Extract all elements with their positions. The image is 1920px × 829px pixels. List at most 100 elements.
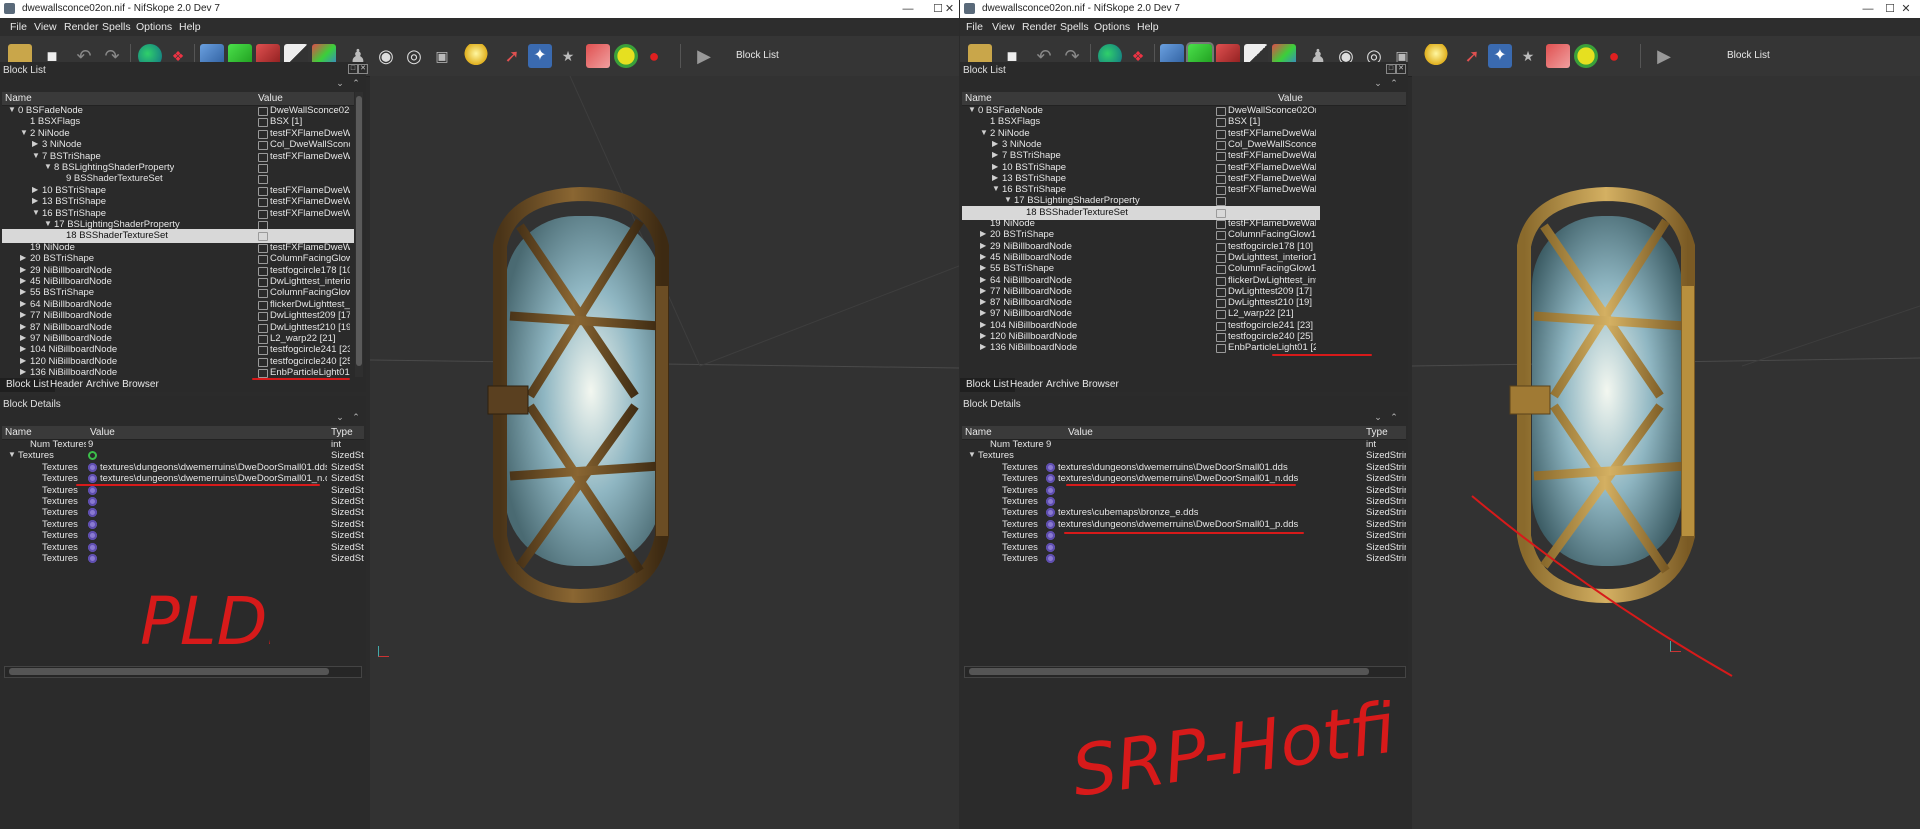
- collapse-arrow-icon[interactable]: ▼: [20, 128, 28, 137]
- expand-arrow-icon[interactable]: ▶: [20, 367, 26, 376]
- close-button[interactable]: ✕: [940, 1, 959, 17]
- texture-file-icon[interactable]: [1046, 554, 1055, 563]
- expand-arrow-icon[interactable]: ▶: [32, 196, 38, 205]
- expand-arrow-icon[interactable]: ▶: [20, 265, 26, 274]
- expand-arrow-icon[interactable]: ▶: [980, 275, 986, 284]
- screenshot-icon[interactable]: ▣: [430, 44, 454, 68]
- expand-arrow-icon[interactable]: ▶: [20, 253, 26, 262]
- expand-arrow-icon[interactable]: ▶: [980, 297, 986, 306]
- expand-arrow-icon[interactable]: ▶: [980, 308, 986, 317]
- row-value[interactable]: textures\cubemaps\bronze_e.dds: [1058, 507, 1198, 518]
- expand-arrow-icon[interactable]: ▶: [980, 252, 986, 261]
- block-details-row[interactable]: Textures SizedStrin: [2, 552, 364, 566]
- expand-arrow-icon[interactable]: ▶: [980, 286, 986, 295]
- expand-arrow-icon[interactable]: ▶: [992, 139, 998, 148]
- texture-file-icon[interactable]: [1046, 519, 1055, 529]
- menu-spells[interactable]: Spells: [1060, 21, 1089, 33]
- tab-archive-browser[interactable]: Archive Browser: [80, 378, 165, 392]
- horizontal-scrollbar[interactable]: [964, 666, 1406, 678]
- menu-options[interactable]: Options: [136, 21, 172, 33]
- minimize-button[interactable]: —: [893, 1, 923, 17]
- scroll-down-icon[interactable]: ⌄: [1372, 78, 1384, 88]
- scrollbar-thumb[interactable]: [356, 96, 362, 366]
- expand-arrow-icon[interactable]: ▶: [980, 263, 986, 272]
- scroll-up-icon[interactable]: ⌃: [350, 78, 362, 88]
- expand-arrow-icon[interactable]: ▶: [980, 320, 986, 329]
- tab-archive-browser[interactable]: Archive Browser: [1040, 378, 1125, 392]
- menu-view[interactable]: View: [992, 21, 1015, 33]
- expand-arrow-icon[interactable]: ▶: [20, 344, 26, 353]
- menu-view[interactable]: View: [34, 21, 57, 33]
- block-list-scrollbar[interactable]: [355, 92, 363, 377]
- texture-file-icon[interactable]: [88, 519, 97, 529]
- column-header-type[interactable]: Type: [1366, 427, 1388, 438]
- row-value[interactable]: textures\dungeons\dwemerruins\DweDoorSma…: [1058, 473, 1298, 484]
- collapse-arrow-icon[interactable]: ▼: [44, 219, 52, 228]
- texture-file-icon[interactable]: [1046, 531, 1055, 541]
- play-animation-icon[interactable]: ▶: [692, 44, 716, 68]
- toolbar-block-list-label[interactable]: Block List: [736, 50, 779, 61]
- block-list-row[interactable]: ▶ 136 NiBillboardNode EnbParticleLight01 […: [962, 341, 1320, 355]
- scrollbar-thumb[interactable]: [969, 668, 1369, 675]
- expand-arrow-icon[interactable]: ▶: [20, 333, 26, 342]
- expand-arrow-icon[interactable]: ▶: [20, 322, 26, 331]
- expand-arrow-icon[interactable]: ▶: [980, 331, 986, 340]
- row-value[interactable]: 9: [1046, 439, 1051, 450]
- menu-help[interactable]: Help: [179, 21, 201, 33]
- undock-icon[interactable]: □: [348, 64, 358, 74]
- row-value[interactable]: 9: [88, 439, 93, 450]
- show-location-icon[interactable]: ●: [1602, 44, 1626, 68]
- menu-render[interactable]: Render: [1022, 21, 1056, 33]
- array-update-icon[interactable]: [88, 451, 97, 461]
- close-button[interactable]: ✕: [1895, 1, 1917, 17]
- collapse-arrow-icon[interactable]: ▼: [1004, 195, 1012, 204]
- texture-file-icon[interactable]: [88, 508, 97, 518]
- show-nodes-icon[interactable]: ✦: [528, 44, 552, 68]
- expand-arrow-icon[interactable]: ▶: [20, 276, 26, 285]
- expand-arrow-icon[interactable]: ▶: [20, 310, 26, 319]
- show-constraints-icon[interactable]: ➚: [1460, 44, 1484, 68]
- show-markers-icon[interactable]: [614, 44, 638, 68]
- menu-help[interactable]: Help: [1137, 21, 1159, 33]
- menu-options[interactable]: Options: [1094, 21, 1130, 33]
- lighting-icon[interactable]: [1424, 44, 1448, 68]
- scroll-up-icon[interactable]: ⌃: [350, 412, 362, 422]
- show-nodes-icon[interactable]: ✦: [1488, 44, 1512, 68]
- row-value[interactable]: textures\dungeons\dwemerruins\DweDoorSma…: [100, 462, 327, 473]
- collapse-arrow-icon[interactable]: ▼: [968, 105, 976, 114]
- collapse-arrow-icon[interactable]: ▼: [992, 184, 1000, 193]
- render-viewport[interactable]: [370, 76, 959, 829]
- show-location-icon[interactable]: ●: [642, 44, 666, 68]
- texture-file-icon[interactable]: [88, 531, 97, 541]
- expand-arrow-icon[interactable]: ▶: [20, 356, 26, 365]
- collapse-arrow-icon[interactable]: ▼: [8, 105, 16, 114]
- texture-file-icon[interactable]: [1046, 462, 1055, 472]
- show-collision-icon[interactable]: [586, 44, 610, 68]
- expand-arrow-icon[interactable]: ▶: [992, 173, 998, 182]
- texture-file-icon[interactable]: [88, 462, 97, 472]
- show-connections-icon[interactable]: ★: [1516, 44, 1540, 68]
- play-animation-icon[interactable]: ▶: [1652, 44, 1676, 68]
- show-hidden-icon[interactable]: ◉: [374, 44, 398, 68]
- expand-arrow-icon[interactable]: ▶: [32, 139, 38, 148]
- expand-arrow-icon[interactable]: ▶: [992, 162, 998, 171]
- texture-file-icon[interactable]: [1046, 508, 1055, 518]
- collapse-arrow-icon[interactable]: ▼: [44, 162, 52, 171]
- render-viewport[interactable]: [1412, 76, 1920, 829]
- toolbar-block-list-label[interactable]: Block List: [1727, 50, 1770, 61]
- scroll-up-icon[interactable]: ⌃: [1388, 78, 1400, 88]
- texture-file-icon[interactable]: [1046, 485, 1055, 495]
- panel-close-icon[interactable]: ✕: [1396, 64, 1406, 74]
- texture-file-icon[interactable]: [1046, 497, 1055, 506]
- show-constraints-icon[interactable]: ➚: [500, 44, 524, 68]
- row-value[interactable]: textures\dungeons\dwemerruins\DweDoorSma…: [1058, 462, 1288, 473]
- block-details-row[interactable]: Textures SizedStrin: [962, 552, 1406, 566]
- collapse-arrow-icon[interactable]: ▼: [8, 450, 16, 459]
- column-header-value[interactable]: Value: [258, 93, 283, 104]
- horizontal-scrollbar[interactable]: [4, 666, 362, 678]
- texture-file-icon[interactable]: [88, 474, 97, 484]
- expand-arrow-icon[interactable]: ▶: [980, 241, 986, 250]
- menu-render[interactable]: Render: [64, 21, 98, 33]
- collapse-arrow-icon[interactable]: ▼: [32, 208, 40, 217]
- expand-arrow-icon[interactable]: ▶: [20, 287, 26, 296]
